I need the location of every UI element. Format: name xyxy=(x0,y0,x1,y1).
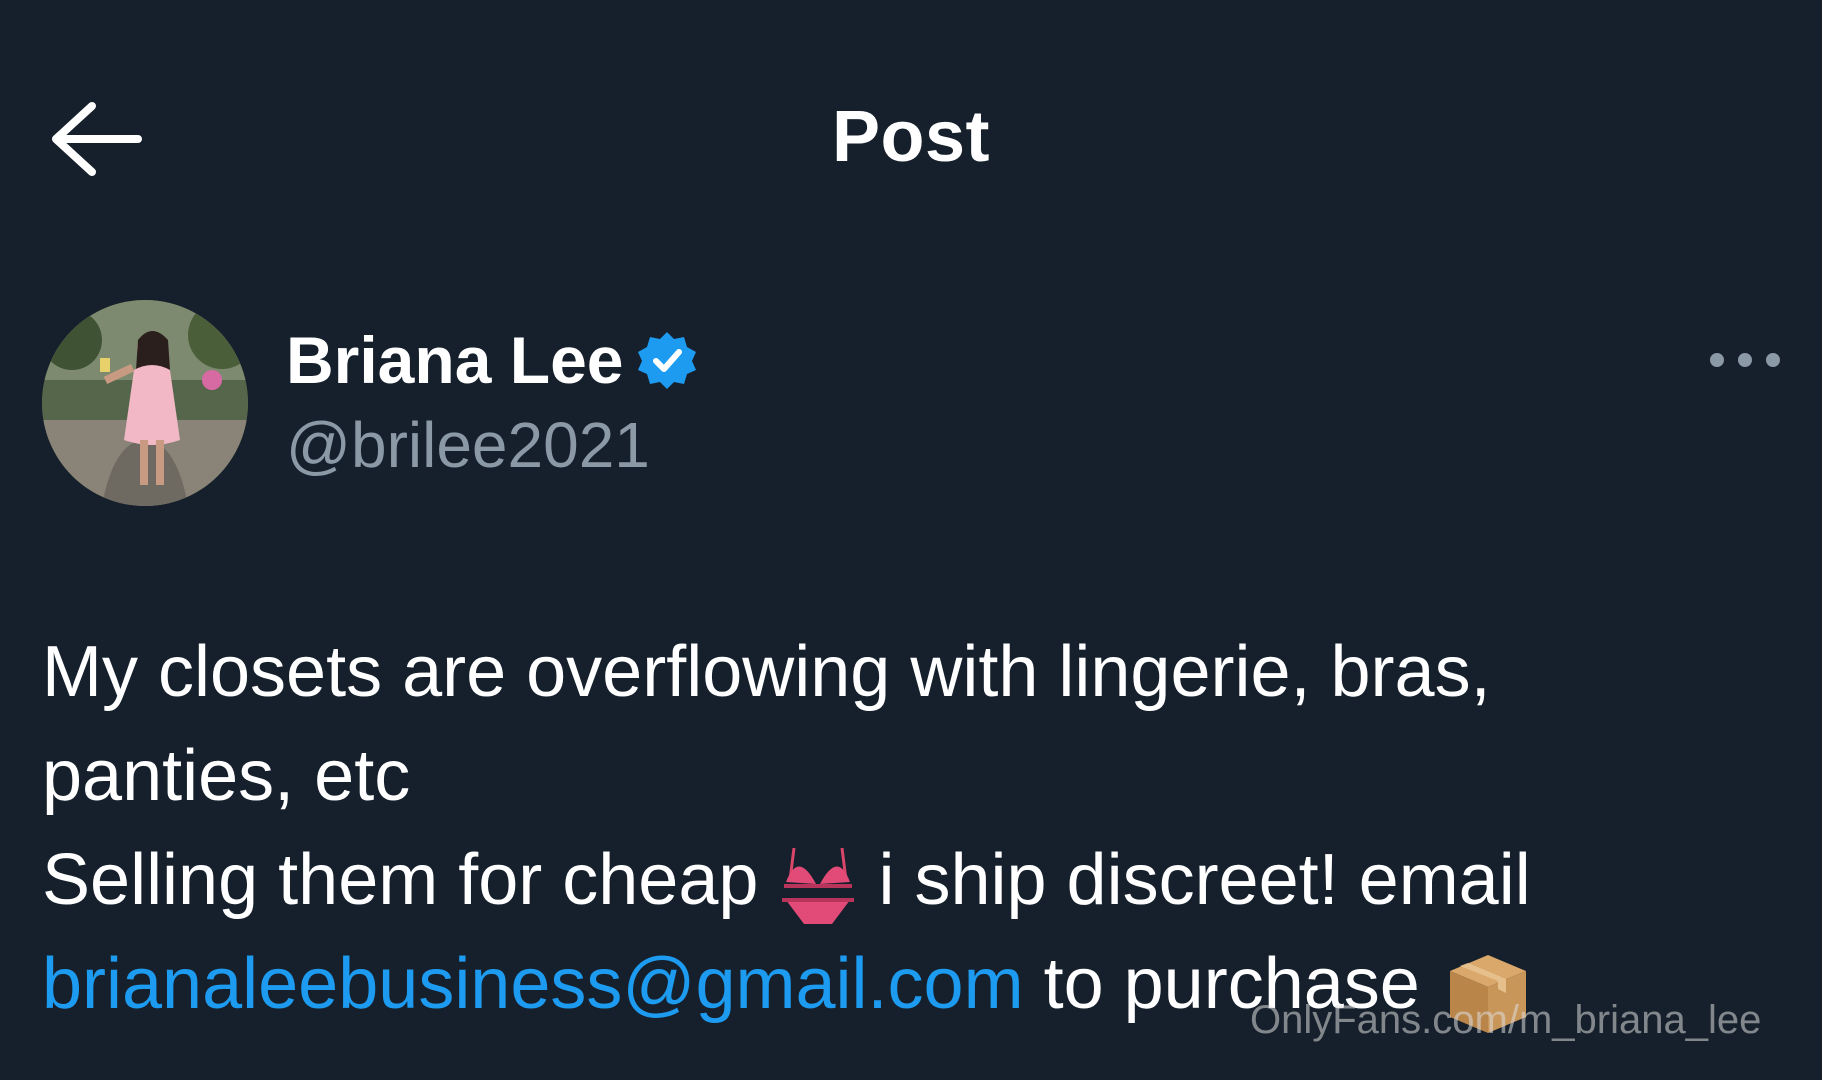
author-name[interactable]: Briana Lee xyxy=(286,322,623,398)
post-line-2: panties, etc xyxy=(42,736,411,816)
verified-badge-icon xyxy=(637,330,697,390)
author-handle[interactable]: @brilee2021 xyxy=(286,408,650,482)
bikini-icon xyxy=(778,840,858,930)
more-options-button[interactable] xyxy=(1700,340,1790,380)
post-text: My closets are overflowing with lingerie… xyxy=(42,620,1762,1037)
top-bar: Post xyxy=(0,0,1822,260)
post-line-1: My closets are overflowing with lingerie… xyxy=(42,632,1491,712)
avatar[interactable] xyxy=(42,300,248,506)
post-line-3-end: i ship discreet! email xyxy=(878,840,1531,920)
post-line-3-start: Selling them for cheap xyxy=(42,840,759,920)
watermark: OnlyFans.com/m_briana_lee xyxy=(1250,998,1762,1042)
more-horizontal-icon xyxy=(1710,353,1780,367)
post-line-3: Selling them for cheap i ship discreet! … xyxy=(42,828,1762,932)
author-name-row: Briana Lee xyxy=(286,320,697,400)
page-title: Post xyxy=(831,97,991,177)
email-link[interactable]: brianaleebusiness@gmail.com xyxy=(42,944,1024,1024)
